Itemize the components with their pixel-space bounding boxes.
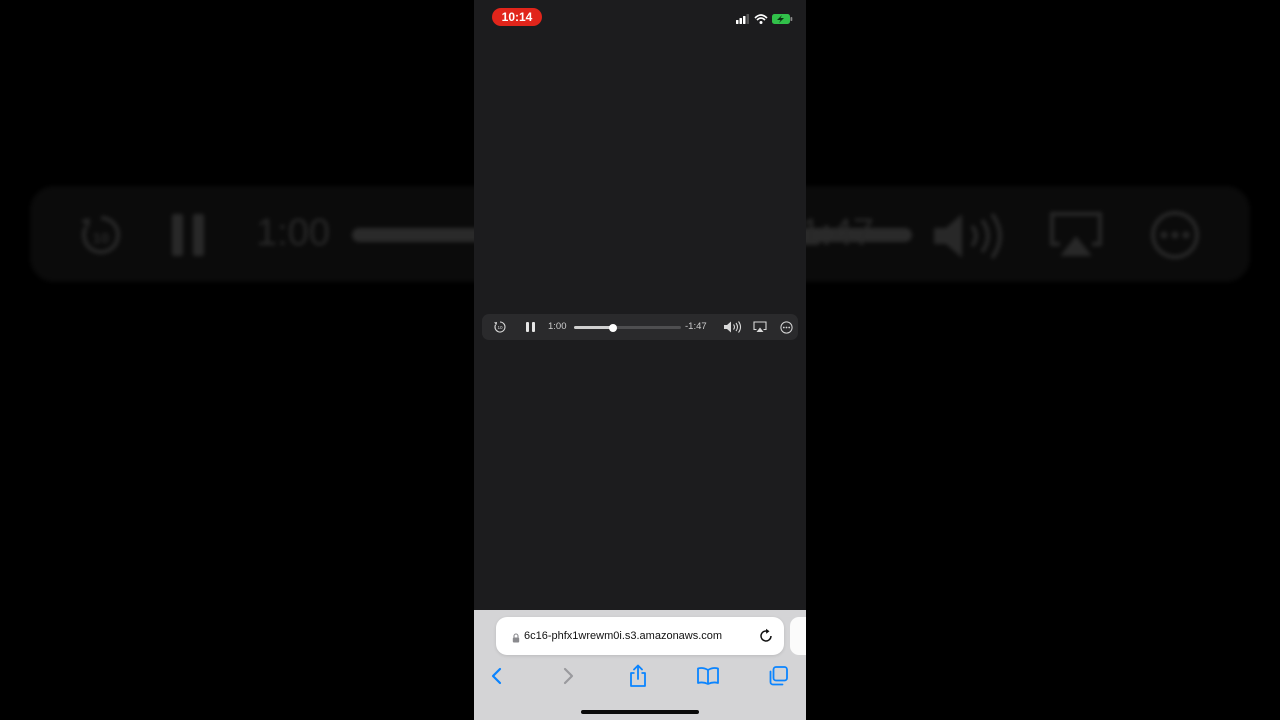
backdrop-skip-back-icon: 10: [78, 212, 124, 258]
next-tab-preview[interactable]: [790, 617, 806, 655]
backdrop-volume-icon: [930, 210, 1006, 262]
wifi-icon: [754, 14, 768, 24]
forward-icon[interactable]: [555, 663, 581, 689]
backdrop-pause-icon: [170, 214, 206, 256]
skip-back-10-icon[interactable]: 10: [492, 314, 508, 340]
backdrop-airplay-icon: [1048, 210, 1104, 260]
home-indicator[interactable]: [581, 710, 699, 714]
svg-text:10: 10: [93, 230, 110, 247]
battery-charging-icon: [772, 14, 793, 24]
reload-icon[interactable]: [758, 628, 774, 649]
volume-icon[interactable]: [722, 314, 744, 340]
share-icon[interactable]: [625, 663, 651, 689]
safari-bottom-bar: 6c16-phfx1wrewm0i.s3.amazonaws.com: [474, 610, 806, 720]
backdrop-more-icon: [1150, 210, 1200, 260]
back-icon[interactable]: [484, 663, 510, 689]
lock-icon: [512, 630, 520, 648]
url-text: 6c16-phfx1wrewm0i.s3.amazonaws.com: [524, 630, 723, 642]
status-icons: [736, 12, 794, 26]
progress-scrubber[interactable]: [574, 323, 681, 332]
scrubber-knob[interactable]: [608, 323, 617, 332]
pause-icon[interactable]: [522, 314, 538, 340]
tabs-icon[interactable]: [765, 663, 791, 689]
status-time: 10:14: [492, 8, 542, 26]
screen-recording-frame: 10 1:00 1:47 10:14 10 1:00 -1:47 6c16-ph…: [0, 0, 1280, 720]
bookmarks-icon[interactable]: [695, 663, 721, 689]
remaining-time: -1:47: [685, 321, 707, 332]
phone-screen: 10:14 10 1:00 -1:47 6c16-phfx1wrewm0i.s3…: [474, 0, 806, 720]
status-indicators: [736, 14, 793, 24]
backdrop-remaining-time: 1:47: [800, 212, 874, 254]
progress-fill: [574, 326, 613, 329]
more-icon[interactable]: [778, 314, 794, 340]
signal-icon: [736, 14, 749, 24]
video-player-controls: 10 1:00 -1:47: [482, 314, 798, 340]
airplay-icon[interactable]: [752, 314, 768, 340]
backdrop-elapsed-time: 1:00: [256, 212, 330, 254]
elapsed-time: 1:00: [548, 321, 567, 332]
svg-text:10: 10: [497, 325, 503, 330]
address-bar[interactable]: 6c16-phfx1wrewm0i.s3.amazonaws.com: [496, 617, 784, 655]
